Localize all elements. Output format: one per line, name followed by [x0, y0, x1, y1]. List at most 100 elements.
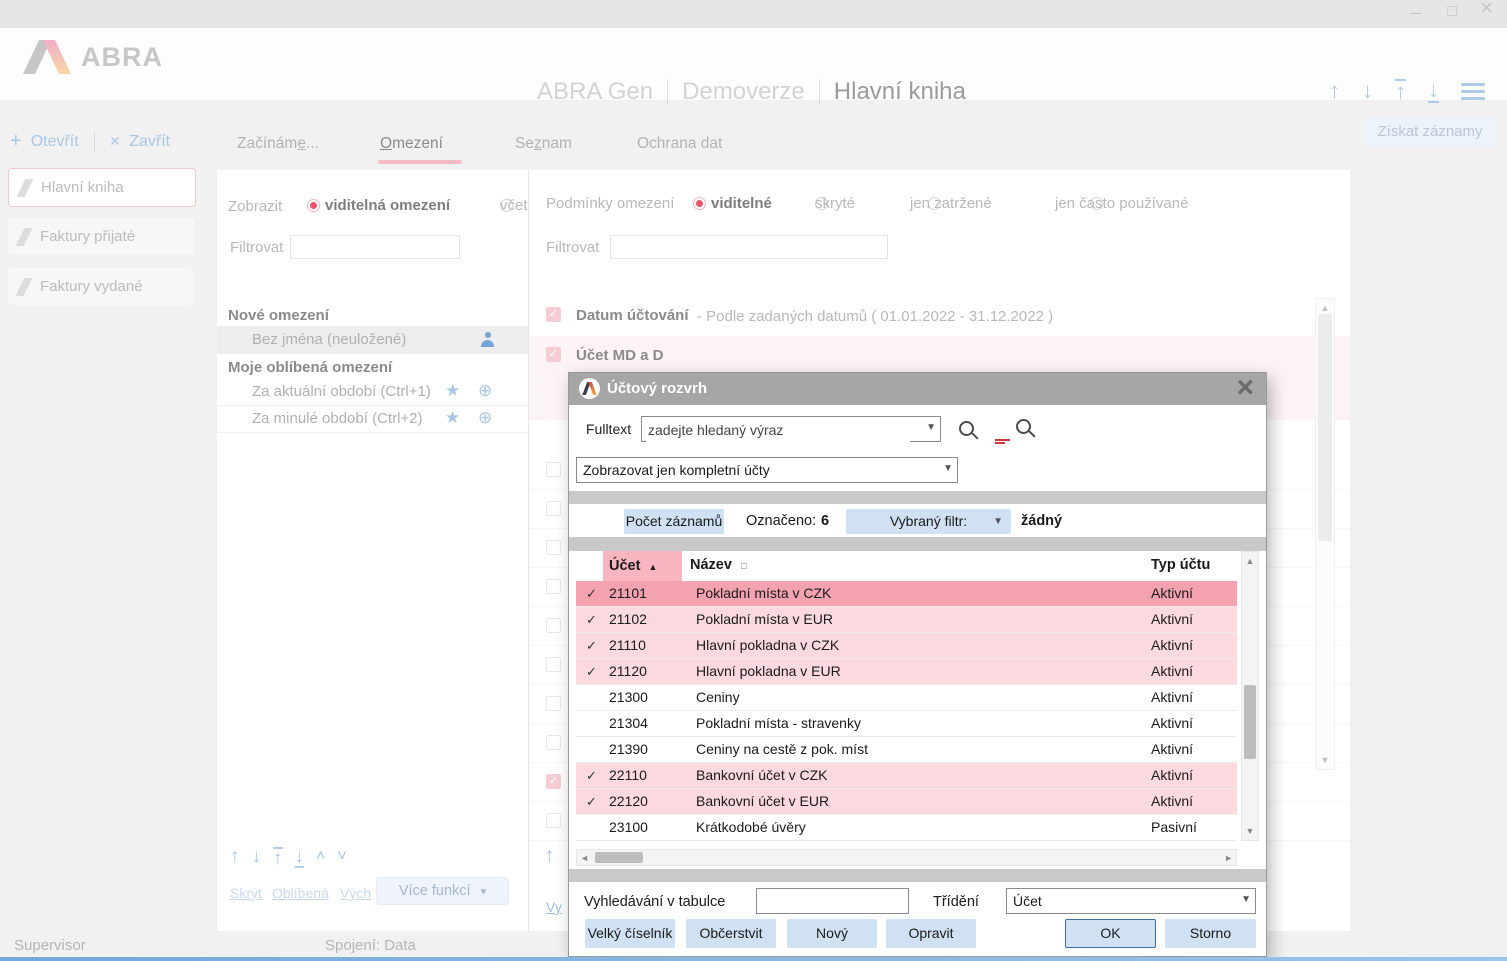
column-header-nazev[interactable]: Název □	[690, 557, 746, 573]
radio-visible-label[interactable]: viditelná omezení	[325, 197, 450, 214]
radio-conditions-hidden-label[interactable]: skryté	[815, 195, 855, 212]
new-button[interactable]: Nový	[787, 919, 877, 948]
record-count-button[interactable]: Počet záznamů	[624, 509, 724, 534]
scroll-up-icon[interactable]: ▲	[1316, 303, 1334, 313]
condition-checkbox[interactable]	[546, 618, 561, 633]
collapse-icon[interactable]: ˄	[316, 848, 325, 866]
table-row[interactable]: 23100Krátkodobé úvěryPasivní	[576, 815, 1237, 841]
last-record-icon[interactable]: ↓	[1428, 79, 1439, 103]
condition-checkbox[interactable]	[546, 462, 561, 477]
edit-button[interactable]: Opravit	[886, 919, 976, 948]
tab-zaciname[interactable]: Začínáme...	[237, 135, 319, 153]
ok-button[interactable]: OK	[1065, 919, 1156, 948]
scrollbar-thumb[interactable]	[1244, 685, 1256, 759]
first-record-icon[interactable]: ↑	[1395, 79, 1406, 103]
table-search-input[interactable]	[756, 888, 909, 914]
sidebar-item-hlavni-kniha[interactable]: Hlavní kniha	[8, 168, 196, 207]
chevron-down-icon[interactable]: ▼	[926, 422, 936, 433]
table-vscrollbar[interactable]: ▲ ▼	[1241, 551, 1259, 841]
account-display-filter-combo[interactable]: Zobrazovat jen kompletní účty ▼	[576, 457, 958, 483]
tab-ochrana-dat[interactable]: Ochrana dat	[637, 135, 722, 153]
get-records-button[interactable]: Získat záznamy	[1363, 118, 1497, 146]
condition-move-up-icon[interactable]: ↑	[544, 844, 555, 868]
selected-filter-button[interactable]: Vybraný filtr: ▼	[846, 509, 1011, 534]
condition-datum-uctovani[interactable]: ✓ Datum účtování - Podle zadaných datumů…	[529, 296, 1350, 336]
globe-icon[interactable]: ⊕	[478, 381, 492, 401]
move-down-icon[interactable]: ↓	[252, 846, 262, 868]
condition-checkbox[interactable]	[546, 735, 561, 750]
restriction-item-current-period[interactable]: Za aktuální období (Ctrl+1) ★ ⊕	[217, 378, 528, 406]
fulltext-input[interactable]	[646, 418, 910, 442]
sort-combo[interactable]: Účet ▼	[1006, 888, 1256, 914]
fulltext-search-icon[interactable]	[1016, 419, 1031, 434]
table-row[interactable]: ✓ 22120Bankovní účet v EURAktivní	[576, 789, 1237, 815]
star-icon[interactable]: ★	[445, 408, 460, 428]
table-row[interactable]: 21300CeninyAktivní	[576, 685, 1237, 711]
restriction-item-unnamed[interactable]: Bez jména (neuložené)	[217, 326, 528, 354]
default-link[interactable]: Vých	[340, 885, 371, 901]
scroll-down-icon[interactable]: ▼	[1316, 755, 1334, 765]
condition-checkbox[interactable]	[546, 540, 561, 555]
expand-icon[interactable]: ˅	[337, 848, 346, 866]
next-record-icon[interactable]: ↓	[1362, 78, 1373, 104]
radio-including-hidden-label[interactable]: včetně skrytých	[500, 197, 529, 214]
move-first-icon[interactable]: ↑	[273, 847, 283, 868]
sidebar-item-faktury-prijate[interactable]: Faktury přijaté	[8, 218, 194, 255]
tab-omezeni[interactable]: Omezení	[380, 135, 443, 153]
scroll-up-icon[interactable]: ▲	[1242, 556, 1258, 566]
radio-conditions-visible[interactable]	[693, 197, 706, 210]
favorite-link[interactable]: Oblíbená	[272, 885, 329, 901]
move-last-icon[interactable]: ↓	[295, 847, 305, 868]
condition-checkbox[interactable]: ✓	[546, 347, 561, 362]
condition-checkbox[interactable]: ✓	[546, 774, 561, 789]
move-up-icon[interactable]: ↑	[230, 846, 240, 868]
column-header-ucet[interactable]: Účet ▲	[603, 551, 682, 581]
search-icon[interactable]	[959, 421, 974, 436]
scrollbar-thumb[interactable]	[1318, 314, 1332, 541]
window-close-icon[interactable]: ×	[1480, 0, 1493, 18]
condition-checkbox[interactable]: ✓	[546, 307, 561, 322]
table-row[interactable]: ✓ 22110Bankovní účet v CZKAktivní	[576, 763, 1237, 789]
condition-checkbox[interactable]	[546, 579, 561, 594]
globe-icon[interactable]: ⊕	[478, 408, 492, 428]
prev-record-icon[interactable]: ↑	[1329, 78, 1340, 104]
partial-link[interactable]: Vy	[546, 899, 562, 915]
radio-conditions-visible-label[interactable]: viditelné	[711, 195, 772, 212]
restriction-item-previous-period[interactable]: Za minulé období (Ctrl+2) ★ ⊕	[217, 405, 528, 433]
column-header-typ-uctu[interactable]: Typ účtu	[1151, 557, 1210, 573]
condition-checkbox[interactable]	[546, 813, 561, 828]
dialog-titlebar[interactable]: Účtový rozvrh ×	[569, 373, 1266, 405]
window-minimize-icon[interactable]: ─	[1410, 4, 1421, 24]
conditions-scrollbar[interactable]: ▲ ▼	[1315, 298, 1335, 770]
condition-checkbox[interactable]	[546, 501, 561, 516]
more-functions-button[interactable]: Více funkcí ▾	[376, 877, 509, 905]
radio-conditions-frequent-label[interactable]: jen často používané	[1055, 195, 1188, 212]
fulltext-combo[interactable]: ▼	[641, 416, 941, 442]
window-maximize-icon[interactable]: □	[1447, 2, 1457, 22]
condition-checkbox[interactable]	[546, 696, 561, 711]
dialog-close-icon[interactable]: ×	[1236, 371, 1254, 405]
scroll-down-icon[interactable]: ▼	[1242, 826, 1258, 836]
cancel-button[interactable]: Storno	[1165, 919, 1256, 948]
radio-conditions-checked-label[interactable]: jen zatržené	[910, 195, 992, 212]
big-list-button[interactable]: Velký číselník	[585, 919, 675, 948]
refresh-button[interactable]: Občerstvit	[686, 919, 776, 948]
conditions-filter-input[interactable]	[610, 235, 888, 259]
table-row[interactable]: 21304Pokladní místa - stravenkyAktivní	[576, 711, 1237, 737]
star-icon[interactable]: ★	[445, 381, 460, 401]
table-row[interactable]: 21390Ceniny na cestě z pok. místAktivní	[576, 737, 1237, 763]
scrollbar-thumb[interactable]	[595, 852, 643, 863]
table-row[interactable]: ✓ 21120Hlavní pokladna v EURAktivní	[576, 659, 1237, 685]
sidebar-item-faktury-vydane[interactable]: Faktury vydané	[8, 268, 194, 305]
scroll-right-icon[interactable]: ►	[1224, 853, 1233, 863]
scroll-left-icon[interactable]: ◄	[580, 853, 589, 863]
table-row[interactable]: ✓ 21102Pokladní místa v EURAktivní	[576, 607, 1237, 633]
hide-link[interactable]: Skrýt	[230, 885, 262, 901]
radio-visible-restrictions[interactable]	[307, 199, 320, 212]
restriction-filter-input[interactable]	[290, 235, 460, 259]
open-book-button[interactable]: Otevřít	[31, 133, 79, 151]
table-row[interactable]: ✓ 21101Pokladní místa v CZKAktivní	[576, 581, 1237, 607]
condition-checkbox[interactable]	[546, 657, 561, 672]
table-row[interactable]: ✓ 21110Hlavní pokladna v CZKAktivní	[576, 633, 1237, 659]
table-hscrollbar[interactable]: ◄ ►	[576, 849, 1237, 866]
